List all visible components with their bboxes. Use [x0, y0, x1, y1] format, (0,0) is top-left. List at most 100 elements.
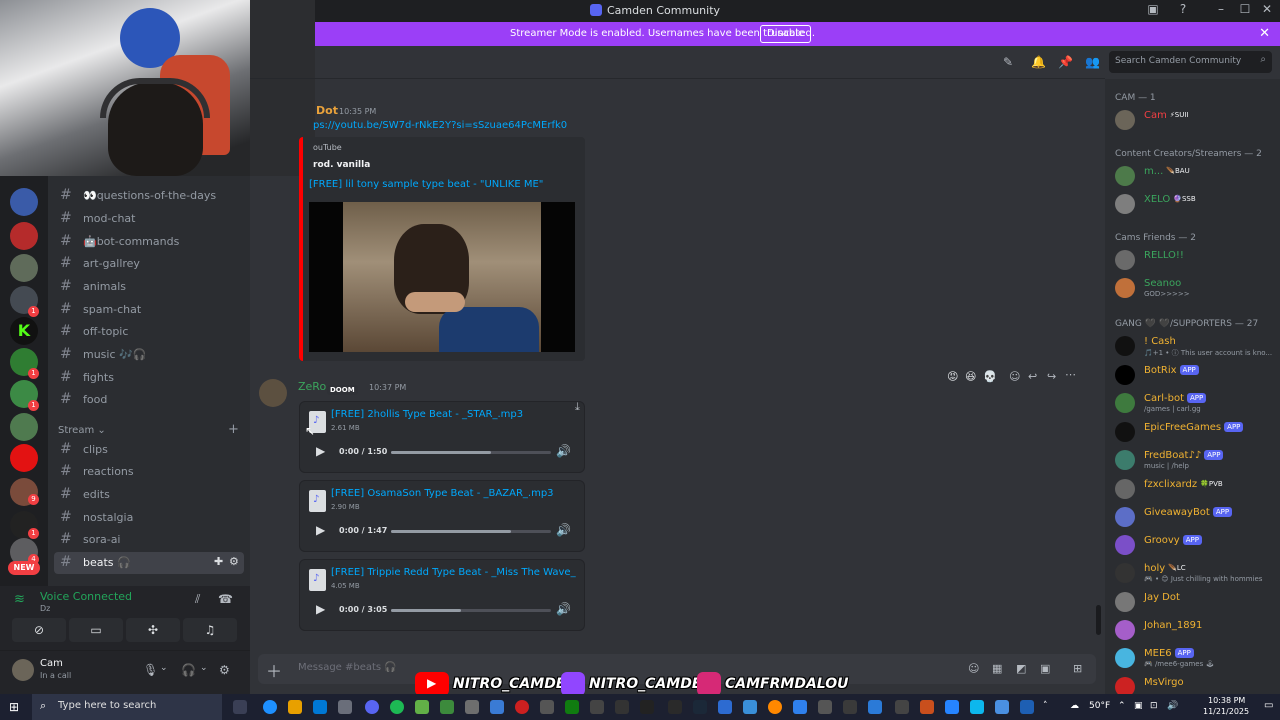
edge-icon[interactable]	[263, 700, 277, 714]
member-row[interactable]: Seanoo GOD>>>>>	[1115, 275, 1275, 301]
channel-art-gallrey[interactable]: # art-gallrey	[54, 253, 244, 275]
download-icon[interactable]: ⤓	[575, 400, 580, 414]
maximize-button[interactable]: ☐	[1235, 2, 1255, 16]
avatar[interactable]	[259, 379, 287, 407]
reaction-icon[interactable]: 😆	[965, 370, 976, 383]
steam-icon[interactable]	[693, 700, 707, 714]
noise-suppression-icon[interactable]: ⫽	[195, 592, 200, 607]
member-row[interactable]: Jay Dot	[1115, 589, 1275, 615]
app-icon[interactable]	[615, 700, 629, 714]
volume-icon[interactable]: 🔊	[1167, 701, 1178, 711]
avatar[interactable]	[12, 659, 34, 681]
attachment-name[interactable]: [FREE] Trippie Redd Type Beat - _Miss Th…	[331, 567, 576, 578]
network-icon[interactable]: ⊡	[1150, 701, 1158, 711]
taskbar-search[interactable]: ⌕ Type here to search	[32, 694, 222, 720]
invite-icon[interactable]: ✚	[214, 555, 223, 568]
kick-server-icon[interactable]: K	[10, 317, 38, 345]
screen-share-button[interactable]: ▭	[69, 618, 123, 642]
channel-fights[interactable]: # fights	[54, 367, 244, 389]
emoji-icon[interactable]: ☺	[968, 662, 979, 675]
add-channel-icon[interactable]: +	[228, 422, 239, 437]
app-icon[interactable]	[843, 700, 857, 714]
message-author[interactable]: ZeRo	[298, 380, 326, 393]
user-settings-icon[interactable]: ⚙	[219, 663, 230, 677]
app-icon[interactable]	[465, 700, 479, 714]
app-icon[interactable]	[718, 700, 732, 714]
task-view-icon[interactable]	[233, 700, 247, 714]
activities-button[interactable]: ✣	[126, 618, 180, 642]
disconnect-icon[interactable]: ☎	[218, 592, 233, 606]
member-row[interactable]: BotRix APP	[1115, 362, 1275, 388]
member-row[interactable]: ! Cash 🎵+1 • ⓘ This user account is kno..…	[1115, 333, 1275, 359]
embed-title[interactable]: [FREE] lil tony sample type beat - "UNLI…	[309, 179, 543, 190]
apps-icon[interactable]: ⊞	[1073, 662, 1082, 675]
channel-nostalgia[interactable]: # nostalgia	[54, 507, 244, 529]
soundboard-button[interactable]: ♫	[183, 618, 237, 642]
channel-animals[interactable]: # animals	[54, 276, 244, 298]
tray-icon[interactable]: ▣	[1134, 701, 1143, 711]
members-icon[interactable]: 👥	[1085, 55, 1100, 69]
app-icon[interactable]	[743, 700, 757, 714]
mail-icon[interactable]	[313, 700, 327, 714]
app-icon[interactable]	[1020, 700, 1034, 714]
app-icon[interactable]	[540, 700, 554, 714]
play-icon[interactable]: ▶	[316, 444, 325, 458]
channel-sora-ai[interactable]: # sora-ai	[54, 529, 244, 551]
video-thumbnail[interactable]	[309, 202, 575, 352]
audio-progress[interactable]	[391, 451, 551, 454]
microphone-icon[interactable]: 🎙	[143, 663, 158, 677]
member-row[interactable]: Cam ⚡SUII	[1115, 107, 1275, 133]
audio-progress[interactable]	[391, 609, 551, 612]
member-row[interactable]: FredBoat♪♪ APP music | /help	[1115, 447, 1275, 473]
reply-icon[interactable]: ↩	[1028, 370, 1037, 383]
scrollbar[interactable]	[1096, 605, 1101, 635]
server-icon[interactable]	[10, 254, 38, 282]
xbox-icon[interactable]	[565, 700, 579, 714]
member-row[interactable]: Carl-bot APP/games | carl.gg	[1115, 390, 1275, 416]
channel-beats[interactable]: # beats 🎧 ✚ ⚙	[54, 552, 244, 574]
search-input[interactable]: Search Camden Community ⌕	[1109, 51, 1272, 73]
chevron-down-icon[interactable]: ⌄	[200, 663, 208, 673]
member-row[interactable]: EpicFreeGames APP	[1115, 419, 1275, 445]
member-row[interactable]: MEE6 APP 🎮 /mee6-games 🕹	[1115, 645, 1275, 671]
camera-off-button[interactable]: ⊘	[12, 618, 66, 642]
app-icon[interactable]	[945, 700, 959, 714]
channel-edits[interactable]: # edits	[54, 484, 244, 506]
gif-icon[interactable]: ▦	[992, 662, 1002, 675]
channel-questions[interactable]: # 👀questions-of-the-days	[54, 185, 244, 207]
minecraft-icon[interactable]	[415, 700, 429, 714]
voice-status[interactable]: Voice Connected	[40, 590, 132, 603]
app-icon[interactable]	[640, 700, 654, 714]
member-row[interactable]: holy 🪶LC 🎮 • 😊 Just chilling with hommies	[1115, 560, 1275, 586]
app-icon[interactable]	[768, 700, 782, 714]
volume-icon[interactable]: 🔊	[556, 602, 571, 616]
sticker-icon[interactable]: ◩	[1016, 662, 1026, 675]
minimize-button[interactable]: –	[1211, 2, 1231, 16]
volume-icon[interactable]: 🔊	[556, 523, 571, 537]
app-icon[interactable]	[995, 700, 1009, 714]
threads-icon[interactable]: ✎	[1003, 55, 1013, 69]
gear-icon[interactable]: ⚙	[229, 555, 239, 568]
channel-spam-chat[interactable]: # spam-chat	[54, 299, 244, 321]
forward-icon[interactable]: ↪	[1047, 370, 1056, 383]
more-icon[interactable]: ⋯	[1065, 368, 1076, 381]
channel-clips[interactable]: # clips	[54, 439, 244, 461]
channel-music[interactable]: # music 🎶🎧	[54, 344, 244, 366]
member-row[interactable]: RELLO!!	[1115, 247, 1275, 273]
message-author[interactable]: Dot	[316, 104, 338, 117]
server-icon[interactable]	[10, 222, 38, 250]
close-window-button[interactable]: ✕	[1257, 2, 1277, 16]
tray-icon[interactable]: ⌃	[1118, 701, 1126, 711]
app-icon[interactable]	[868, 700, 882, 714]
headphones-icon[interactable]: 🎧	[181, 663, 196, 677]
app-icon[interactable]	[490, 700, 504, 714]
channel-bot-commands[interactable]: # 🤖bot-commands	[54, 231, 244, 253]
windows-start-icon[interactable]: ⊞	[9, 700, 19, 714]
member-row[interactable]: fzxclixardz 🍀PVB	[1115, 476, 1275, 502]
volume-icon[interactable]: 🔊	[556, 444, 571, 458]
attach-icon[interactable]: ＋	[266, 658, 282, 682]
app-icon[interactable]	[920, 700, 934, 714]
app-icon[interactable]	[440, 700, 454, 714]
close-banner-icon[interactable]: ✕	[1259, 26, 1270, 41]
channel-mod-chat[interactable]: # mod-chat	[54, 208, 244, 230]
